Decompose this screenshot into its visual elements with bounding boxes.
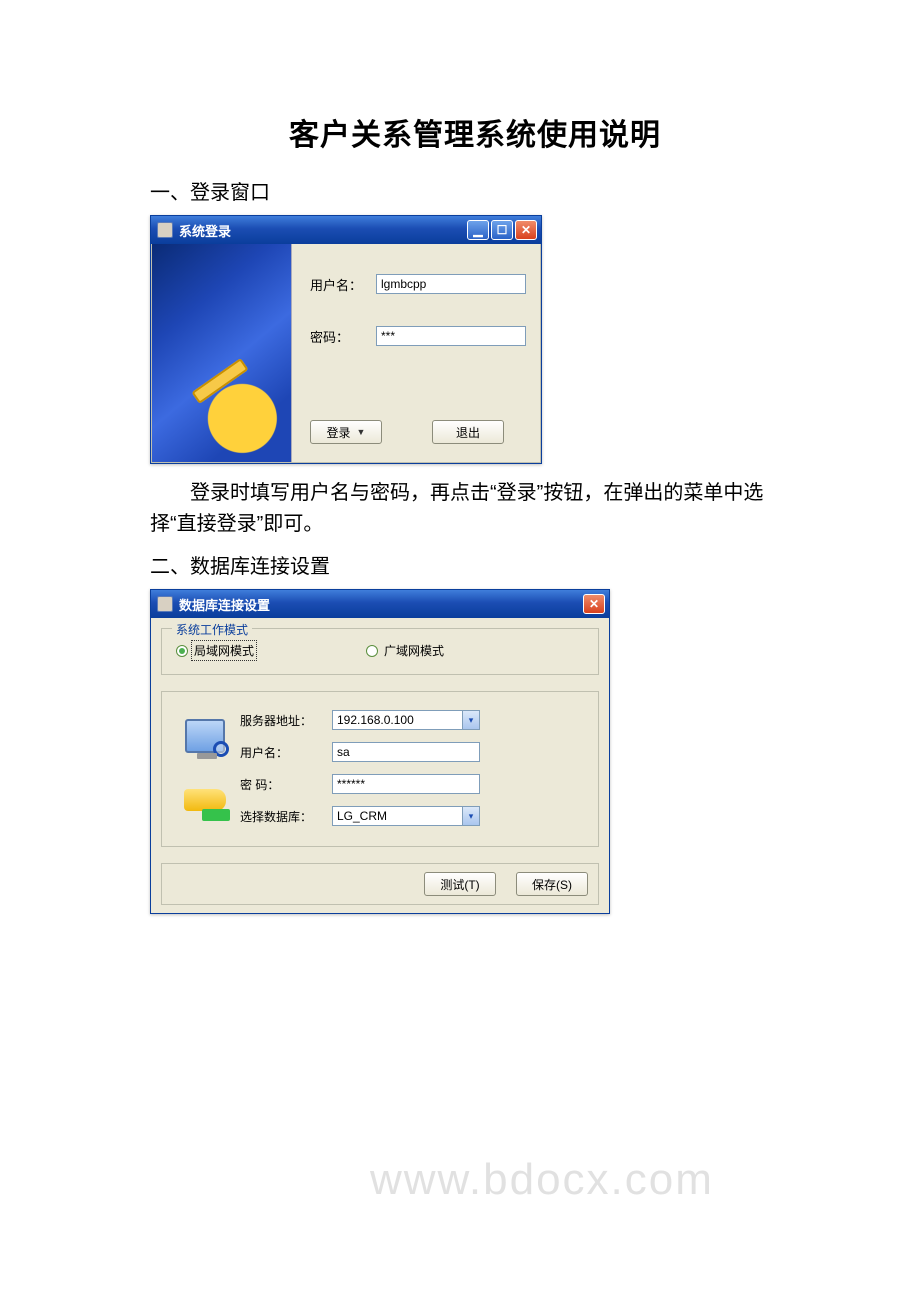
app-icon bbox=[157, 596, 173, 612]
exit-button-label: 退出 bbox=[456, 424, 480, 441]
minimize-button[interactable]: ▁ bbox=[467, 220, 489, 240]
app-icon bbox=[157, 222, 173, 238]
login-button-label: 登录 bbox=[327, 424, 351, 441]
keyboard-key-illustration bbox=[152, 244, 292, 462]
exit-button[interactable]: 退出 bbox=[432, 420, 504, 444]
server-icon bbox=[176, 719, 234, 753]
chevron-down-icon: ▼ bbox=[357, 427, 366, 437]
connection-groupbox: 服务器地址： ▾ 用户名： 密 码： 选择数据库： bbox=[161, 691, 599, 847]
server-input[interactable] bbox=[332, 710, 462, 730]
database-combo[interactable]: ▾ bbox=[332, 806, 584, 826]
db-button-bar: 测试(T) 保存(S) bbox=[161, 863, 599, 905]
database-input[interactable] bbox=[332, 806, 462, 826]
save-button[interactable]: 保存(S) bbox=[516, 872, 588, 896]
test-button-label: 测试(T) bbox=[440, 876, 479, 893]
server-combo[interactable]: ▾ bbox=[332, 710, 584, 730]
section-2-heading: 二、数据库连接设置 bbox=[150, 550, 800, 579]
section-1-body: 登录时填写用户名与密码，再点击“登录”按钮，在弹出的菜单中选择“直接登录”即可。 bbox=[150, 478, 800, 540]
maximize-button[interactable]: ☐ bbox=[491, 220, 513, 240]
section-1-heading: 一、登录窗口 bbox=[150, 176, 800, 205]
mode-groupbox: 系统工作模式 局域网模式 广域网模式 bbox=[161, 628, 599, 675]
radio-lan-label: 局域网模式 bbox=[192, 641, 256, 660]
test-button[interactable]: 测试(T) bbox=[424, 872, 496, 896]
watermark: www.bdocx.com bbox=[370, 1155, 714, 1205]
page-title: 客户关系管理系统使用说明 bbox=[150, 110, 800, 154]
radio-dot-icon bbox=[366, 645, 378, 657]
db-username-input[interactable] bbox=[332, 742, 480, 762]
key-icon bbox=[176, 789, 234, 811]
radio-dot-icon bbox=[176, 645, 188, 657]
login-button[interactable]: 登录 ▼ bbox=[310, 420, 382, 444]
server-label: 服务器地址： bbox=[240, 712, 326, 729]
radio-wan-mode[interactable]: 广域网模式 bbox=[366, 641, 446, 660]
db-titlebar: 数据库连接设置 ✕ bbox=[151, 590, 609, 618]
login-window-title: 系统登录 bbox=[179, 221, 461, 240]
database-label: 选择数据库： bbox=[240, 808, 326, 825]
close-button[interactable]: ✕ bbox=[583, 594, 605, 614]
radio-lan-mode[interactable]: 局域网模式 bbox=[176, 641, 256, 660]
password-label: 密码： bbox=[310, 327, 368, 346]
login-titlebar: 系统登录 ▁ ☐ ✕ bbox=[151, 216, 541, 244]
mode-legend: 系统工作模式 bbox=[172, 621, 252, 638]
db-window-title: 数据库连接设置 bbox=[179, 595, 577, 614]
db-username-label: 用户名： bbox=[240, 744, 326, 761]
db-password-input[interactable] bbox=[332, 774, 480, 794]
db-window: 数据库连接设置 ✕ 系统工作模式 局域网模式 广域网模式 bbox=[150, 589, 610, 914]
username-label: 用户名： bbox=[310, 275, 368, 294]
username-input[interactable] bbox=[376, 274, 526, 294]
chevron-down-icon[interactable]: ▾ bbox=[462, 710, 480, 730]
close-button[interactable]: ✕ bbox=[515, 220, 537, 240]
radio-wan-label: 广域网模式 bbox=[382, 641, 446, 660]
login-window: 系统登录 ▁ ☐ ✕ 用户名： 密码： 登录 bbox=[150, 215, 542, 464]
password-input[interactable] bbox=[376, 326, 526, 346]
save-button-label: 保存(S) bbox=[532, 876, 572, 893]
db-password-label: 密 码： bbox=[240, 776, 326, 793]
chevron-down-icon[interactable]: ▾ bbox=[462, 806, 480, 826]
